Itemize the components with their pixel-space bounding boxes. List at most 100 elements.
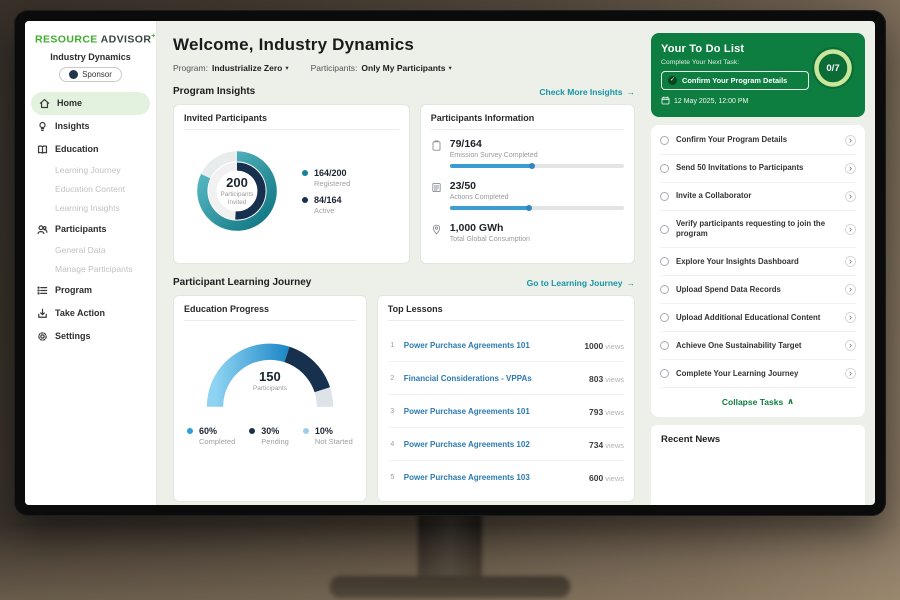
sidebar-item-manage-participants[interactable]: Manage Participants (25, 260, 156, 279)
participants-filter: Participants: Only My Participants ▾ (311, 63, 452, 73)
chevron-right-icon: › (845, 368, 856, 379)
user-icon (69, 70, 78, 79)
sponsor-label: Sponsor (82, 70, 112, 79)
lesson-link[interactable]: Power Purchase Agreements 101 (404, 341, 578, 350)
next-task-due: 12 May 2025, 12:00 PM (661, 96, 855, 107)
home-icon (39, 98, 50, 109)
participants-select[interactable]: Only My Participants ▾ (361, 63, 451, 73)
sidebar-item-home[interactable]: Home (31, 92, 150, 115)
program-select[interactable]: Industrialize Zero ▾ (212, 63, 289, 73)
sponsor-badge[interactable]: Sponsor (59, 67, 122, 82)
task-row-send-invitations[interactable]: Send 50 Invitations to Participants › (660, 155, 856, 183)
participants-information-card: Participants Information 79/164 Emission… (420, 104, 635, 264)
lesson-views: 803views (589, 369, 624, 387)
checkbox-icon[interactable] (660, 313, 669, 322)
check-more-insights-link[interactable]: Check More Insights → (539, 87, 635, 97)
lesson-row: 2 Financial Considerations - VPPAs 803vi… (388, 362, 624, 395)
checkbox-icon[interactable] (660, 136, 669, 145)
chevron-down-icon: ▾ (285, 64, 288, 72)
chevron-right-icon: › (845, 340, 856, 351)
chevron-down-icon: ▾ (448, 64, 451, 72)
task-row-confirm-program[interactable]: Confirm Your Program Details › (660, 127, 856, 155)
lesson-link[interactable]: Power Purchase Agreements 102 (404, 440, 582, 449)
task-row-achieve-target[interactable]: Achieve One Sustainability Target › (660, 332, 856, 360)
education-progress-card: Education Progress (173, 295, 367, 502)
invited-legend: 164/200 Registered 84/164 Active (302, 161, 350, 222)
lesson-views: 734views (589, 435, 624, 453)
sidebar-item-learning-insights[interactable]: Learning Insights (25, 199, 156, 218)
next-task-chip[interactable]: ✓ Confirm Your Program Details (661, 71, 809, 90)
org-name: Industry Dynamics (25, 52, 156, 62)
checkbox-icon[interactable] (660, 257, 669, 266)
chevron-right-icon: › (845, 312, 856, 323)
chevron-right-icon: › (845, 224, 856, 235)
sidebar-item-general-data[interactable]: General Data (25, 241, 156, 260)
legend-active: 84/164 Active (302, 195, 350, 215)
book-icon (37, 144, 48, 155)
sidebar-item-participants[interactable]: Participants (25, 218, 156, 241)
checkbox-icon[interactable] (660, 164, 669, 173)
progress-bar (450, 206, 624, 210)
todo-progress-count: 0/7 (810, 45, 856, 91)
learning-journey-header: Participant Learning Journey Go to Learn… (173, 277, 635, 288)
task-row-verify-participants[interactable]: Verify participants requesting to join t… (660, 211, 856, 248)
checkbox-icon[interactable] (660, 225, 669, 234)
room-background: RESOURCE ADVISOR+ Industry Dynamics Spon… (0, 0, 900, 600)
sidebar: RESOURCE ADVISOR+ Industry Dynamics Spon… (25, 21, 157, 505)
teal-dot-icon (302, 170, 308, 176)
card-title: Invited Participants (184, 113, 399, 130)
people-icon (37, 224, 48, 235)
todo-panel: Your To Do List Complete Your Next Task:… (647, 21, 875, 505)
invited-donut-chart: 200 Participants Invited (186, 140, 288, 242)
go-to-learning-journey-link[interactable]: Go to Learning Journey → (527, 278, 635, 288)
nav-label: Learning Insights (55, 203, 120, 213)
program-insights-cards: Invited Participants (173, 104, 635, 264)
calendar-icon (661, 96, 670, 107)
chevron-right-icon: › (845, 284, 856, 295)
sidebar-item-program[interactable]: Program (25, 279, 156, 302)
nav-label: Insights (55, 121, 90, 131)
nav-label: Learning Journey (55, 165, 121, 175)
recent-news-card: Recent News (651, 425, 865, 505)
logo-text-resource: RESOURCE (35, 34, 98, 46)
task-row-upload-educational-content[interactable]: Upload Additional Educational Content › (660, 304, 856, 332)
lesson-row: 4 Power Purchase Agreements 102 734views (388, 428, 624, 461)
app-window: RESOURCE ADVISOR+ Industry Dynamics Spon… (25, 21, 875, 505)
todo-summary-card: Your To Do List Complete Your Next Task:… (651, 33, 865, 117)
lesson-link[interactable]: Power Purchase Agreements 101 (404, 407, 582, 416)
lesson-link[interactable]: Power Purchase Agreements 103 (404, 473, 582, 482)
sidebar-item-insights[interactable]: Insights (25, 115, 156, 138)
checkbox-icon[interactable] (660, 192, 669, 201)
checkbox-icon[interactable] (660, 285, 669, 294)
nav-label: Program (55, 285, 92, 295)
monitor-bezel: RESOURCE ADVISOR+ Industry Dynamics Spon… (14, 10, 886, 516)
navy-dot-icon (302, 197, 308, 203)
sidebar-item-learning-journey[interactable]: Learning Journey (25, 161, 156, 180)
sidebar-item-education-content[interactable]: Education Content (25, 180, 156, 199)
lesson-link[interactable]: Financial Considerations - VPPAs (404, 374, 582, 383)
nav-label: Education (55, 144, 99, 154)
checklist-icon (431, 180, 442, 210)
sidebar-item-take-action[interactable]: Take Action (25, 302, 156, 325)
lesson-views: 1000views (584, 336, 624, 354)
checkbox-icon[interactable] (660, 369, 669, 378)
chevron-right-icon: › (845, 256, 856, 267)
education-gauge-chart: 150 Participants (195, 329, 345, 422)
bulb-icon (37, 121, 48, 132)
gauge-legend: 60% Completed 30% Pending (184, 426, 356, 446)
sidebar-item-education[interactable]: Education (25, 138, 156, 161)
checkbox-icon[interactable] (660, 341, 669, 350)
participants-filter-label: Participants: (311, 63, 358, 73)
task-row-invite-collaborator[interactable]: Invite a Collaborator › (660, 183, 856, 211)
main-content: Welcome, Industry Dynamics Program: Indu… (157, 21, 647, 505)
legend-not-started: 10% Not Started (303, 426, 353, 446)
light-blue-dot-icon (303, 428, 309, 434)
task-row-upload-spend-data[interactable]: Upload Spend Data Records › (660, 276, 856, 304)
section-title: Participant Learning Journey (173, 277, 311, 288)
collapse-tasks-link[interactable]: Collapse Tasks ∧ (660, 388, 856, 415)
task-row-explore-insights[interactable]: Explore Your Insights Dashboard › (660, 248, 856, 276)
blue-dot-icon (187, 428, 193, 434)
task-row-complete-learning-journey[interactable]: Complete Your Learning Journey › (660, 360, 856, 388)
sidebar-item-settings[interactable]: Settings (25, 325, 156, 348)
global-consumption-stat: 1,000 GWh Total Global Consumption (431, 222, 624, 243)
